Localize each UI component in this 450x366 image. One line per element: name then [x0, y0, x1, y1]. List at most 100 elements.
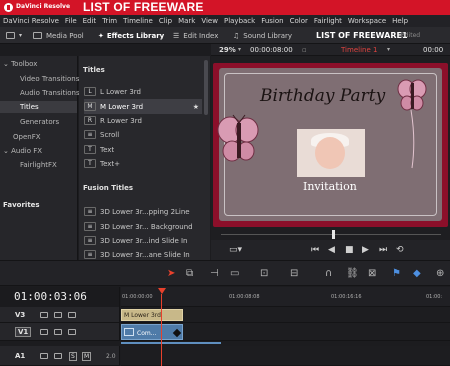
menu-fusion[interactable]: Fusion — [261, 17, 283, 25]
scrub-handle[interactable] — [332, 230, 335, 239]
title-item-text-plus[interactable]: T Text+ — [84, 156, 202, 171]
menu-timeline[interactable]: Timeline — [123, 17, 153, 25]
photo-face — [315, 137, 345, 169]
menu-edit[interactable]: Edit — [83, 17, 97, 25]
effects-library-button[interactable]: ✦ Effects Library — [98, 27, 164, 44]
title-badge: M — [84, 102, 96, 111]
title-clip[interactable]: M Lower 3rd — [121, 309, 183, 321]
selection-tool-icon[interactable]: ➤ — [167, 268, 175, 279]
auto-select-icon[interactable] — [54, 312, 62, 318]
replace-clip-icon[interactable]: ⊟ — [290, 268, 298, 279]
lock-icon[interactable]: ⊠ — [368, 268, 376, 279]
title-item-label: Text — [100, 145, 115, 154]
auto-select-icon[interactable] — [54, 329, 62, 335]
timeline-ruler[interactable] — [121, 287, 450, 307]
flag-icon[interactable]: ⚑ — [392, 268, 401, 279]
title-item-r-lower-3rd[interactable]: R R Lower 3rd — [84, 113, 202, 128]
menu-help[interactable]: Help — [392, 17, 408, 25]
track-visibility-icon[interactable] — [68, 312, 76, 318]
link-icon[interactable]: ⛓ — [346, 268, 359, 279]
fusion-title-item[interactable]: ≡ 3D Lower 3r... Background — [84, 219, 202, 234]
timeline-timecode[interactable]: 01:00:03:06 — [14, 290, 87, 303]
marker-icon[interactable]: ◆ — [413, 268, 421, 279]
menu-fairlight[interactable]: Fairlight — [314, 17, 342, 25]
menu-bar: DaVinci Resolve File Edit Trim Timeline … — [0, 15, 450, 27]
tree-fairlight-fx[interactable]: FairlightFX — [20, 161, 57, 169]
title-item-text[interactable]: T Text — [84, 142, 202, 157]
tree-audio-fx[interactable]: ⌄ Audio FX — [3, 147, 42, 155]
keyframe-icon[interactable] — [172, 328, 182, 338]
ruler-tick-label: 01:00:16:16 — [331, 294, 362, 300]
chevron-down-icon[interactable]: ▾ — [387, 46, 390, 53]
media-pool-button[interactable]: Media Pool — [33, 27, 84, 44]
list-scrollbar[interactable] — [204, 60, 208, 115]
play-reverse-icon[interactable]: ◀ — [328, 245, 335, 255]
chevron-down-icon[interactable]: ▾ — [238, 46, 241, 53]
stop-icon[interactable]: ■ — [345, 245, 354, 255]
viewer-header: 29% ▾ 00:00:08:00 ▫ Timeline 1 ▾ 00:00 — [211, 44, 450, 56]
snapping-icon[interactable]: ∩ — [325, 268, 332, 279]
title-item-m-lower-3rd[interactable]: M M Lower 3rd ★ — [84, 99, 202, 114]
insert-clip-icon[interactable]: ▭ — [230, 268, 239, 279]
play-icon[interactable]: ▶ — [362, 245, 369, 255]
panel-toggle-icon — [6, 32, 15, 39]
viewer-options-icon[interactable]: ▫ — [302, 46, 307, 54]
scrub-track — [221, 234, 441, 235]
menu-color[interactable]: Color — [290, 17, 308, 25]
lock-icon[interactable] — [40, 353, 48, 359]
sound-library-button[interactable]: ♫ Sound Library — [233, 27, 292, 44]
fusion-title-item[interactable]: ≡ 3D Lower 3r...ind Slide In — [84, 233, 202, 248]
track-lane-a1[interactable] — [121, 346, 450, 366]
solo-button[interactable]: S — [69, 352, 77, 361]
panel-toggle-button[interactable]: ▾ — [6, 27, 22, 44]
overwrite-clip-icon[interactable]: ⊡ — [260, 268, 268, 279]
butterfly-right-icon — [397, 79, 427, 111]
menu-file[interactable]: File — [65, 17, 77, 25]
playhead-marker[interactable] — [158, 288, 166, 294]
titles-heading: Titles — [83, 66, 105, 74]
title-badge: L — [84, 87, 96, 96]
menu-clip[interactable]: Clip — [159, 17, 172, 25]
video-clip[interactable]: Com... — [121, 324, 183, 340]
title-item-scroll[interactable]: ≡ Scroll — [84, 127, 202, 142]
menu-playback[interactable]: Playback — [224, 17, 255, 25]
edit-toolbar: ➤ ⧉ ⊣ ▭ ⊡ ⊟ ∩ ⛓ ⊠ ⚑ ◆ ⊕ — [0, 260, 450, 286]
track-visibility-icon[interactable] — [68, 329, 76, 335]
timeline-selector[interactable]: Timeline 1 — [341, 46, 377, 54]
zoom-level[interactable]: 29% — [219, 46, 236, 54]
viewer-mode-icon[interactable]: ▭▾ — [229, 245, 242, 255]
loop-icon[interactable]: ⟲ — [396, 245, 404, 255]
menu-workspace[interactable]: Workspace — [348, 17, 386, 25]
track-name: A1 — [15, 352, 26, 360]
menu-trim[interactable]: Trim — [102, 17, 117, 25]
blade-tool-icon[interactable]: ⊣ — [210, 268, 219, 279]
title-bar: DaVinci Resolve LIST OF FREEWARE — [0, 0, 450, 15]
track-header-a1: A1 S M 2.0 — [0, 346, 120, 366]
fusion-title-icon: ≡ — [84, 207, 96, 216]
tree-titles[interactable]: Titles — [0, 101, 77, 113]
skip-to-end-icon[interactable]: ⏭ — [379, 245, 387, 255]
tree-audio-transitions[interactable]: Audio Transitions — [20, 89, 80, 97]
menu-davinci-resolve[interactable]: DaVinci Resolve — [3, 17, 59, 25]
title-item-l-lower-3rd[interactable]: L L Lower 3rd — [84, 84, 202, 99]
playhead-line[interactable] — [161, 294, 162, 366]
trim-tool-icon[interactable]: ⧉ — [186, 268, 193, 279]
menu-mark[interactable]: Mark — [178, 17, 195, 25]
fusion-title-item[interactable]: ≡ 3D Lower 3r...pping 2Line — [84, 204, 202, 219]
tree-toolbox[interactable]: ⌄ Toolbox — [3, 60, 37, 68]
lock-icon[interactable] — [40, 312, 48, 318]
preview-title: Birthday Party — [260, 86, 386, 106]
viewer-scrubber[interactable] — [211, 228, 450, 240]
menu-view[interactable]: View — [201, 17, 218, 25]
edit-index-button[interactable]: ☰ Edit Index — [173, 27, 218, 44]
tree-video-transitions[interactable]: Video Transitions — [20, 75, 79, 83]
zoom-in-icon[interactable]: ⊕ — [436, 268, 444, 279]
lock-icon[interactable] — [40, 329, 48, 335]
baby-photo — [297, 129, 365, 177]
tree-openfx[interactable]: OpenFX — [13, 133, 41, 141]
auto-select-icon[interactable] — [54, 353, 62, 359]
mute-button[interactable]: M — [82, 352, 92, 361]
favorite-star-icon[interactable]: ★ — [193, 103, 199, 111]
tree-generators[interactable]: Generators — [20, 118, 59, 126]
skip-to-start-icon[interactable]: ⏮ — [311, 245, 319, 255]
